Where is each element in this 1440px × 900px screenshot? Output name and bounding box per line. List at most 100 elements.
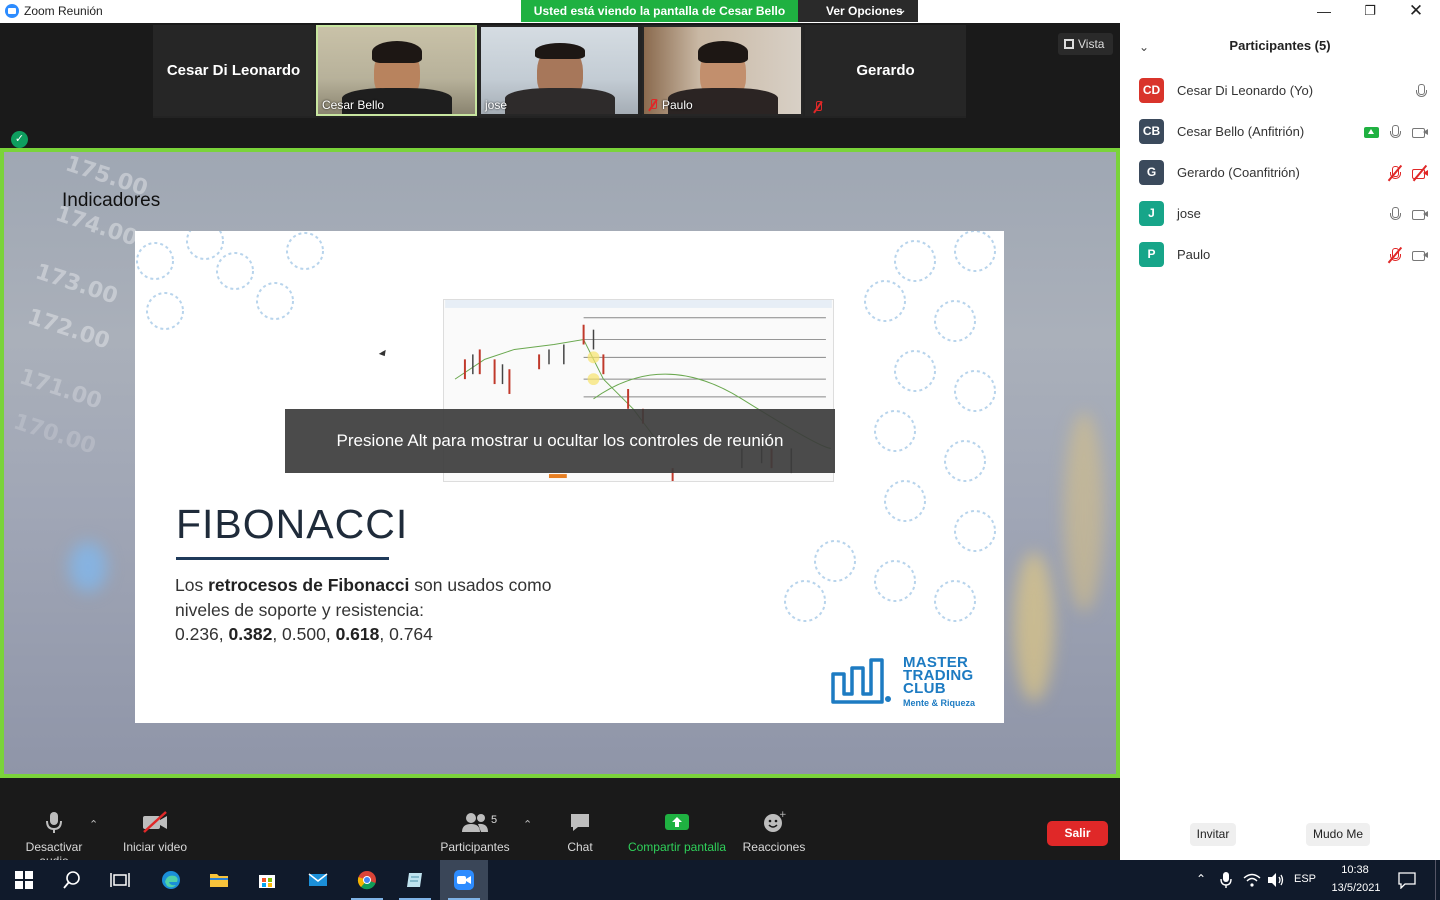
close-button[interactable]: ✕ bbox=[1393, 0, 1439, 23]
background-price-tick: 172.00 bbox=[24, 304, 113, 355]
microphone-icon bbox=[46, 812, 62, 833]
view-layout-button[interactable]: Vista bbox=[1058, 33, 1113, 55]
video-tile[interactable]: Cesar Bello bbox=[316, 25, 477, 116]
microphone-icon bbox=[1387, 206, 1403, 222]
participant-name: Paulo bbox=[1177, 247, 1211, 262]
notes-app-icon bbox=[407, 873, 422, 887]
restore-button[interactable]: ❐ bbox=[1347, 0, 1393, 23]
video-tile[interactable]: Paulo bbox=[642, 25, 803, 116]
video-tile[interactable]: jose bbox=[479, 25, 640, 116]
taskbar-app-file-explorer[interactable] bbox=[195, 860, 243, 900]
participants-panel: Participantes (5) ⌄ CD Cesar Di Leonardo… bbox=[1120, 23, 1440, 860]
participant-body bbox=[504, 88, 615, 114]
slide-heading: FIBONACCI bbox=[176, 501, 409, 547]
participants-options-caret-icon[interactable]: ⌃ bbox=[523, 818, 532, 831]
chrome-icon bbox=[357, 871, 376, 890]
participants-button[interactable]: 5 Participantes bbox=[440, 810, 510, 856]
task-view-icon bbox=[110, 873, 130, 887]
language-indicator[interactable]: ESP bbox=[1294, 873, 1316, 885]
tile-name: jose bbox=[485, 98, 508, 112]
start-video-label: Iniciar video bbox=[122, 840, 188, 854]
avatar: CB bbox=[1139, 119, 1164, 144]
start-video-button[interactable]: Iniciar video bbox=[120, 810, 190, 856]
taskbar-app-notes[interactable] bbox=[391, 860, 439, 900]
share-screen-icon bbox=[665, 814, 689, 830]
collapse-panel-chevron-icon[interactable]: ⌄ bbox=[1139, 40, 1149, 54]
taskbar-app-store[interactable] bbox=[243, 860, 291, 900]
participant-name: Gerardo (Coanfitrión) bbox=[1177, 165, 1300, 180]
participant-row[interactable]: G Gerardo (Coanfitrión) bbox=[1139, 160, 1429, 186]
panel-title: Participantes (5) bbox=[1229, 38, 1331, 53]
leave-meeting-button[interactable]: Salir bbox=[1047, 821, 1108, 846]
participant-status-icons bbox=[1364, 124, 1429, 140]
video-tile-name-only[interactable]: Cesar Di Leonardo bbox=[153, 25, 314, 116]
sharing-screen-icon bbox=[1364, 126, 1379, 138]
microphone-icon bbox=[1413, 83, 1429, 99]
avatar: G bbox=[1139, 160, 1164, 185]
view-options-button[interactable]: Ver Opciones ⌄ bbox=[798, 0, 918, 22]
participant-status-icons bbox=[1387, 246, 1429, 264]
participant-row[interactable]: J jose bbox=[1139, 201, 1429, 227]
participant-row[interactable]: CD Cesar Di Leonardo (Yo) bbox=[1139, 78, 1429, 104]
grid-icon bbox=[1064, 39, 1074, 49]
window-title: Zoom Reunión bbox=[24, 4, 103, 18]
chat-button[interactable]: Chat bbox=[560, 810, 600, 856]
reactions-button[interactable]: + Reacciones bbox=[740, 810, 808, 856]
microphone-icon bbox=[1387, 124, 1403, 140]
participant-status-icons bbox=[1387, 164, 1429, 182]
tile-label: jose bbox=[485, 98, 507, 112]
search-icon bbox=[63, 871, 80, 889]
decorative-pattern bbox=[136, 231, 324, 330]
tile-name: Gerardo bbox=[856, 62, 915, 79]
tray-microphone-icon[interactable] bbox=[1219, 871, 1233, 889]
participant-hair bbox=[371, 41, 422, 63]
clock-date[interactable]: 13/5/2021 bbox=[1328, 882, 1384, 894]
audio-options-caret-icon[interactable]: ⌃ bbox=[89, 818, 98, 831]
view-layout-label: Vista bbox=[1078, 37, 1105, 51]
background-glow bbox=[1064, 412, 1104, 612]
security-shield-icon[interactable]: ✓ bbox=[11, 131, 28, 148]
tray-overflow-chevron-icon[interactable]: ⌃ bbox=[1196, 872, 1206, 886]
participant-hair bbox=[534, 43, 585, 59]
slide-body-text: Los retrocesos de Fibonacci son usados c… bbox=[175, 575, 552, 644]
wifi-icon[interactable] bbox=[1243, 872, 1261, 888]
invite-button[interactable]: Invitar bbox=[1190, 823, 1236, 846]
participant-row[interactable]: CB Cesar Bello (Anfitrión) bbox=[1139, 119, 1429, 145]
taskbar-app-mail[interactable] bbox=[294, 860, 342, 900]
participants-icon bbox=[462, 813, 488, 832]
start-button[interactable] bbox=[0, 860, 48, 900]
logo-text: MASTER TRADING CLUB bbox=[903, 654, 974, 697]
microphone-muted-icon bbox=[1387, 164, 1403, 182]
tile-label: Paulo bbox=[648, 98, 693, 112]
microphone-muted-icon bbox=[1387, 246, 1403, 264]
store-icon bbox=[259, 875, 275, 888]
volume-icon[interactable] bbox=[1267, 872, 1285, 888]
show-desktop-button[interactable] bbox=[1435, 860, 1440, 900]
participant-status-icons bbox=[1413, 83, 1429, 99]
participant-row[interactable]: P Paulo bbox=[1139, 242, 1429, 268]
taskbar-app-edge[interactable] bbox=[147, 860, 195, 900]
clock-time[interactable]: 10:38 bbox=[1340, 864, 1370, 876]
search-button[interactable] bbox=[48, 860, 96, 900]
notifications-icon[interactable] bbox=[1397, 871, 1417, 889]
participant-name: Cesar Bello (Anfitrión) bbox=[1177, 124, 1305, 139]
avatar: P bbox=[1139, 242, 1164, 267]
task-view-button[interactable] bbox=[96, 860, 144, 900]
taskbar-app-chrome[interactable] bbox=[343, 860, 391, 900]
share-screen-button[interactable]: Compartir pantalla bbox=[624, 810, 730, 856]
minimize-button[interactable]: — bbox=[1301, 0, 1347, 23]
mute-me-button[interactable]: Mudo Me bbox=[1306, 823, 1370, 846]
avatar: CD bbox=[1139, 78, 1164, 103]
taskbar-app-zoom[interactable] bbox=[440, 860, 488, 900]
mute-audio-button[interactable]: Desactivar audio bbox=[10, 810, 98, 868]
tile-name: Cesar Bello bbox=[322, 98, 385, 112]
video-tile-name-only[interactable]: Gerardo bbox=[805, 25, 966, 116]
keyboard-hint-toast: Presione Alt para mostrar u ocultar los … bbox=[285, 409, 835, 473]
reactions-icon: + bbox=[764, 810, 787, 832]
chat-icon bbox=[571, 814, 589, 831]
background-glow bbox=[1014, 552, 1054, 702]
participant-name: Cesar Di Leonardo (Yo) bbox=[1177, 83, 1314, 98]
mail-icon bbox=[308, 873, 328, 886]
avatar: J bbox=[1139, 201, 1164, 226]
participant-hair bbox=[697, 41, 748, 63]
